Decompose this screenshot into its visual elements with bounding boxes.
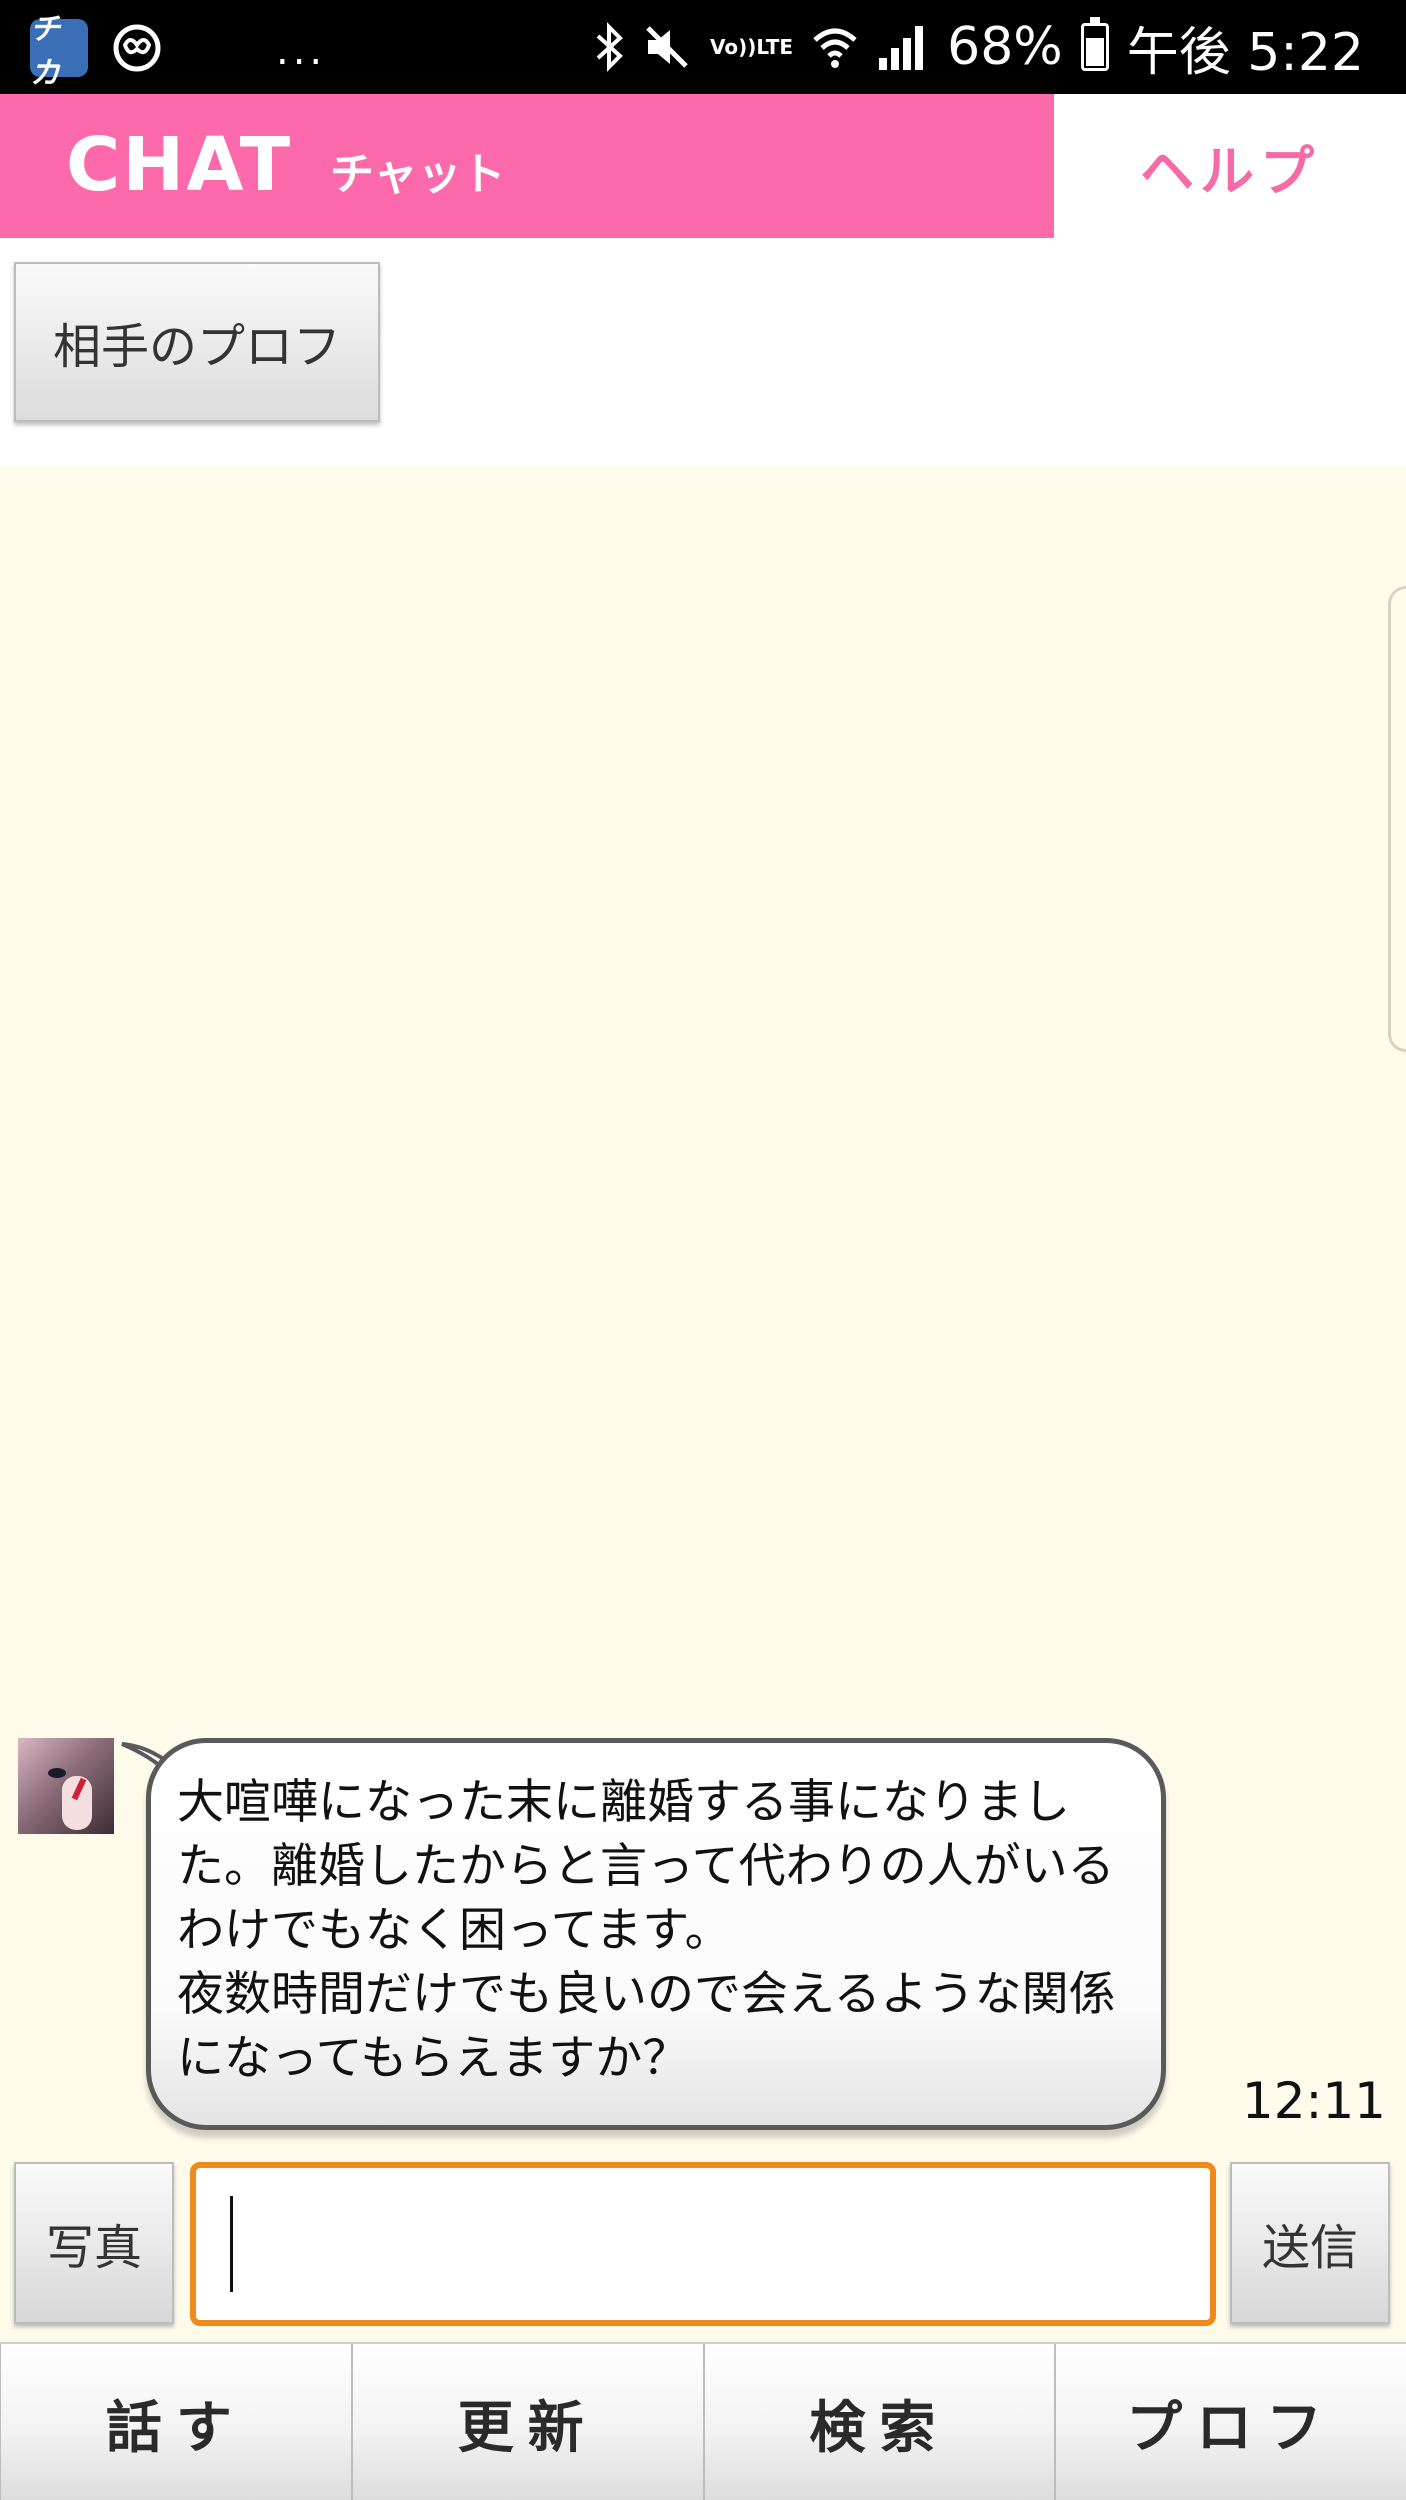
message-bubble: 大喧嘩になった末に離婚する事になりました。離婚したからと言って代わりの人がいるわ… (146, 1738, 1166, 2130)
avatar[interactable] (18, 1738, 114, 1834)
message-input[interactable] (190, 2162, 1216, 2326)
app-header: CHAT チャット ヘルプ (0, 94, 1406, 238)
battery-percent: 68% (947, 17, 1063, 77)
composer: 写真 送信 (0, 2154, 1406, 2342)
volte-label: Vo)) (709, 35, 757, 59)
lte-label: LTE (756, 35, 794, 59)
app-notification-icon: チカ (30, 12, 88, 91)
battery-icon (1080, 17, 1109, 71)
nav-search[interactable]: 検索 (702, 2344, 1055, 2500)
message-text: 大喧嘩になった末に離婚する事になりました。離婚したからと言って代わりの人がいるわ… (177, 1775, 1116, 2086)
clock: 午後 5:22 (1126, 22, 1364, 83)
brand-subtitle: チャット (330, 149, 506, 200)
text-caret (230, 2196, 233, 2292)
photo-button[interactable]: 写真 (14, 2162, 174, 2324)
help-link[interactable]: ヘルプ (1054, 94, 1406, 238)
more-notifications-indicator: ... (276, 28, 327, 74)
avatar-eye (48, 1768, 66, 1778)
status-bar-left: チカ ... (30, 12, 327, 91)
brand-banner: CHAT チャット (0, 94, 1054, 238)
chat-area[interactable]: 大喧嘩になった末に離婚する事になりました。離婚したからと言って代わりの人がいるわ… (0, 466, 1406, 2154)
bluetooth-icon (594, 22, 624, 72)
nav-refresh[interactable]: 更新 (350, 2344, 703, 2500)
volte-icon: Vo)) LTE (710, 36, 793, 58)
partner-profile-button[interactable]: 相手のプロフ (14, 262, 380, 422)
message-time: 12:11 (1241, 2072, 1386, 2130)
nav-talk[interactable]: 話す (0, 2344, 351, 2500)
status-bar-right: Vo)) LTE 68% 午後 5:22 (594, 14, 1364, 83)
brand-logo: CHAT (66, 122, 293, 208)
pretzel-icon (110, 21, 164, 75)
nav-profile[interactable]: プロフ (1054, 2344, 1406, 2500)
bottom-nav: 話す 更新 検索 プロフ (0, 2342, 1406, 2500)
scroll-handle[interactable] (1388, 586, 1406, 1052)
status-bar: チカ ... Vo)) LTE 68% 午後 5:22 (0, 0, 1406, 94)
wifi-icon (811, 22, 859, 72)
signal-icon (877, 22, 929, 72)
mute-icon (642, 22, 692, 72)
send-button[interactable]: 送信 (1230, 2162, 1390, 2324)
